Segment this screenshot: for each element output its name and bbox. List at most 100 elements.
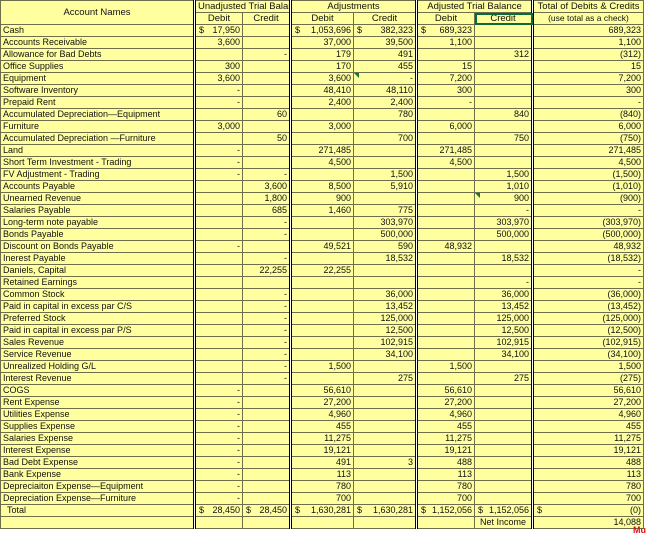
row-adjusted-credit[interactable] — [474, 84, 533, 97]
row-adjusted-debit[interactable] — [415, 216, 475, 229]
row-adjusted-debit[interactable]: 113 — [415, 468, 475, 481]
row-check-total[interactable]: 271,485 — [531, 144, 644, 157]
row-adjusted-debit[interactable] — [415, 348, 475, 361]
row-adjustments-debit[interactable]: $1,053,696 — [289, 24, 354, 37]
row-adjustments-credit[interactable] — [353, 276, 417, 289]
row-adjustments-credit[interactable]: 102,915 — [353, 336, 417, 349]
row-check-total[interactable]: (303,970) — [531, 216, 644, 229]
row-adjustments-debit[interactable]: 4,960 — [289, 408, 354, 421]
row-account-name[interactable]: Accumulated Depreciation —Furniture — [0, 132, 195, 145]
row-adjusted-debit[interactable] — [415, 204, 475, 217]
row-adjusted-credit[interactable] — [474, 60, 533, 73]
row-adjusted-credit[interactable]: 312 — [474, 48, 533, 61]
row-adjusted-debit[interactable]: 56,610 — [415, 384, 475, 397]
row-adjustments-debit[interactable]: 455 — [289, 420, 354, 433]
row-adjusted-debit[interactable] — [415, 300, 475, 313]
row-adjustments-debit[interactable]: 3,000 — [289, 120, 354, 133]
row-unadjusted-debit[interactable]: - — [193, 492, 243, 505]
row-account-name[interactable]: Utilities Expense — [0, 408, 195, 421]
row-unadjusted-credit[interactable]: - — [242, 372, 291, 385]
row-account-name[interactable]: Furniture — [0, 120, 195, 133]
row-adjustments-credit[interactable]: 775 — [353, 204, 417, 217]
row-check-total[interactable]: (275) — [531, 372, 644, 385]
row-unadjusted-debit[interactable]: - — [193, 168, 243, 181]
row-unadjusted-debit[interactable] — [193, 216, 243, 229]
row-adjusted-credit[interactable] — [474, 156, 533, 169]
row-account-name[interactable]: Short Term Investment - Trading — [0, 156, 195, 169]
row-unadjusted-credit[interactable] — [242, 240, 291, 253]
row-check-total[interactable]: (12,500) — [531, 324, 644, 337]
row-check-total[interactable]: - — [531, 204, 644, 217]
row-check-total[interactable]: 455 — [531, 420, 644, 433]
row-unadjusted-debit[interactable] — [193, 264, 243, 277]
row-unadjusted-debit[interactable]: 3,600 — [193, 72, 243, 85]
row-adjusted-credit[interactable] — [474, 96, 533, 109]
row-adjusted-debit[interactable]: 6,000 — [415, 120, 475, 133]
row-adjusted-debit[interactable] — [415, 276, 475, 289]
row-adjusted-credit[interactable] — [474, 240, 533, 253]
row-adjustments-credit[interactable]: 18,532 — [353, 252, 417, 265]
row-adjustments-debit[interactable]: 1,460 — [289, 204, 354, 217]
row-check-total[interactable]: 300 — [531, 84, 644, 97]
row-unadjusted-debit[interactable]: 3,600 — [193, 36, 243, 49]
row-adjustments-debit[interactable] — [289, 300, 354, 313]
row-adjustments-debit[interactable]: 11,275 — [289, 432, 354, 445]
row-adjusted-debit[interactable]: - — [415, 96, 475, 109]
row-unadjusted-credit[interactable] — [242, 396, 291, 409]
row-check-total[interactable]: (312) — [531, 48, 644, 61]
row-adjusted-debit[interactable]: 11,275 — [415, 432, 475, 445]
row-adjusted-credit[interactable] — [474, 396, 533, 409]
row-account-name[interactable]: Salaries Payable — [0, 204, 195, 217]
row-adjusted-debit[interactable]: 4,500 — [415, 156, 475, 169]
row-account-name[interactable]: Cash — [0, 24, 195, 37]
row-adjustments-debit[interactable] — [289, 168, 354, 181]
row-adjustments-credit[interactable] — [353, 384, 417, 397]
row-adjusted-debit[interactable] — [415, 180, 475, 193]
row-check-total[interactable]: (900) — [531, 192, 644, 205]
row-adjusted-credit[interactable]: 13,452 — [474, 300, 533, 313]
row-adjusted-credit[interactable] — [474, 36, 533, 49]
row-adjusted-debit[interactable] — [415, 312, 475, 325]
row-adjustments-debit[interactable] — [289, 336, 354, 349]
row-adjusted-credit[interactable]: 840 — [474, 108, 533, 121]
row-unadjusted-credit[interactable] — [242, 120, 291, 133]
row-unadjusted-credit[interactable]: 60 — [242, 108, 291, 121]
row-account-name[interactable]: Software Inventory — [0, 84, 195, 97]
row-account-name[interactable]: Retained Earnings — [0, 276, 195, 289]
row-adjusted-credit[interactable]: 750 — [474, 132, 533, 145]
row-check-total[interactable]: (1,010) — [531, 180, 644, 193]
row-adjusted-credit[interactable]: 500,000 — [474, 228, 533, 241]
row-unadjusted-debit[interactable]: - — [193, 480, 243, 493]
row-adjustments-credit[interactable] — [353, 492, 417, 505]
row-adjustments-credit[interactable]: 39,500 — [353, 36, 417, 49]
row-adjustments-credit[interactable]: 500,000 — [353, 228, 417, 241]
row-adjustments-debit[interactable]: 179 — [289, 48, 354, 61]
subheader-adjusted-credit-selected-cell[interactable]: Credit — [474, 12, 533, 25]
row-adjustments-debit[interactable] — [289, 288, 354, 301]
row-adjustments-debit[interactable] — [289, 312, 354, 325]
row-adjustments-credit[interactable]: 2,400 — [353, 96, 417, 109]
row-unadjusted-credit[interactable] — [242, 480, 291, 493]
row-unadjusted-debit[interactable] — [193, 48, 243, 61]
row-adjustments-credit[interactable] — [353, 144, 417, 157]
row-adjustments-credit[interactable] — [353, 432, 417, 445]
row-adjusted-credit[interactable]: 1,500 — [474, 168, 533, 181]
row-unadjusted-credit[interactable]: - — [242, 300, 291, 313]
row-adjustments-credit[interactable] — [353, 264, 417, 277]
row-adjustments-credit[interactable]: 590 — [353, 240, 417, 253]
row-adjusted-credit[interactable]: 12,500 — [474, 324, 533, 337]
row-adjustments-credit[interactable]: 125,000 — [353, 312, 417, 325]
row-adjusted-credit[interactable]: 275 — [474, 372, 533, 385]
row-adjusted-debit[interactable] — [415, 264, 475, 277]
row-adjustments-credit[interactable] — [353, 192, 417, 205]
row-account-name[interactable]: Bonds Payable — [0, 228, 195, 241]
row-account-name[interactable]: Office Supplies — [0, 60, 195, 73]
row-adjusted-debit[interactable]: 455 — [415, 420, 475, 433]
row-adjustments-debit[interactable]: 170 — [289, 60, 354, 73]
row-unadjusted-credit[interactable] — [242, 60, 291, 73]
row-check-total[interactable]: 780 — [531, 480, 644, 493]
row-check-total[interactable]: (840) — [531, 108, 644, 121]
row-unadjusted-debit[interactable]: - — [193, 240, 243, 253]
row-adjustments-debit[interactable]: 49,521 — [289, 240, 354, 253]
row-account-name[interactable]: Interest Expense — [0, 444, 195, 457]
